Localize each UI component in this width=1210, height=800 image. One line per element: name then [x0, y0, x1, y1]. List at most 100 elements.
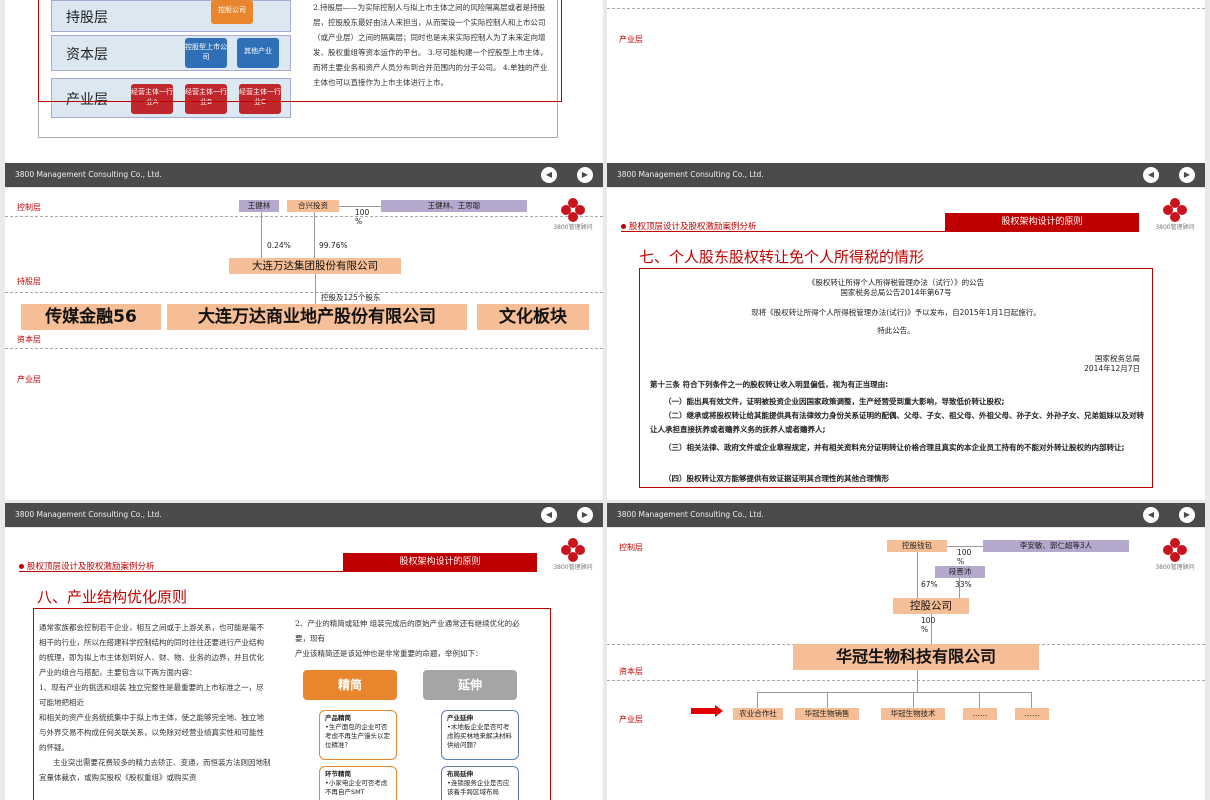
arrow-head-icon: [715, 705, 723, 717]
shareholder-hexing-investment: 合兴投资: [287, 200, 339, 212]
header-rule: [621, 231, 1139, 232]
card-body: •木地板企业是否可考虑购买林地来解决材料供给问题？: [447, 723, 512, 749]
card-body: •生产面包的企业可否考虑不再生产馒头以定位精准？: [325, 723, 390, 749]
connector: [979, 692, 980, 708]
slide-2[interactable]: 产业层: [607, 0, 1205, 163]
footer-company: 3800 Management Consulting Co., Ltd.: [617, 170, 764, 179]
header-banner: 股权架构设计的原则: [945, 213, 1139, 231]
connector: [917, 670, 918, 692]
connector: [827, 692, 828, 708]
prev-slide-button[interactable]: ◀: [1143, 507, 1159, 523]
slide-3[interactable]: 控制层 持股层 资本层 产业层 王健林 合兴投资 王健林、王思聪 100 % 0…: [5, 188, 603, 500]
percent-label: 0.24%: [267, 241, 291, 250]
company-logo: 3800管理顾问: [551, 198, 595, 231]
paragraph: 主业突出需要花费较多的精力去矫正、变通，而恒装方法则因地制宜量体裁衣，或购买股权…: [39, 758, 271, 782]
slide-5[interactable]: 股权顶层设计及股权激励案例分析 股权架构设计的原则 3800管理顾问 八、产业结…: [5, 528, 603, 800]
layer-divider: [5, 216, 603, 217]
left-column: 通常家族都会控制若干企业，相互之间或于上游关系，也可能是毫不相干的行业，所以在搭…: [39, 620, 271, 785]
slide-4[interactable]: 股权顶层设计及股权激励案例分析 股权架构设计的原则 3800管理顾问 七、个人股…: [607, 188, 1205, 500]
company-logo: 3800管理顾问: [551, 538, 595, 571]
shareholder-duan: 段晋沛: [935, 566, 985, 578]
logo-text: 3800管理顾问: [1155, 564, 1195, 571]
group-company: 大连万达集团股份有限公司: [229, 258, 401, 274]
logo-icon: [561, 198, 585, 222]
layer-label-control: 控制层: [17, 203, 41, 212]
article-item-2: （二）继承或将股权转让给其能提供具有法律效力身份关系证明的配偶、父母、子女、祖父…: [650, 411, 1144, 434]
card-product-simplify: 产品精简 •生产面包的企业可否考虑不再生产馒头以定位精准？: [319, 710, 397, 760]
header-rule: [19, 571, 537, 572]
article-item-1: （一）能出具有效文件，证明被投资企业因国家政策调整，生产经营受到重大影响，导致低…: [664, 397, 1005, 406]
footer-bar: 3800 Management Consulting Co., Ltd. ◀ ▶: [5, 163, 603, 187]
slide-title: 七、个人股东股权转让免个人所得税的情形: [639, 248, 925, 266]
slide-title: 八、产业结构优化原则: [37, 588, 188, 606]
logo-text: 3800管理顾问: [1155, 224, 1195, 231]
prev-slide-button[interactable]: ◀: [541, 507, 557, 523]
card-stage-simplify: 环节精简 •小家电企业可否考虑不再自产SMT: [319, 766, 397, 800]
prev-slide-button[interactable]: ◀: [541, 167, 557, 183]
logo-text: 3800管理顾问: [553, 564, 593, 571]
footer-bar: 3800 Management Consulting Co., Ltd. ◀ ▶: [607, 163, 1205, 187]
percent-label: 99.76%: [319, 241, 348, 250]
connector: [917, 552, 918, 598]
next-slide-button[interactable]: ▶: [1179, 507, 1195, 523]
layer-divider: [5, 292, 603, 293]
next-slide-button[interactable]: ▶: [577, 507, 593, 523]
footer-company: 3800 Management Consulting Co., Ltd.: [15, 510, 162, 519]
subsidiary-sales: 华冠生物销售: [795, 708, 859, 720]
bullet-icon: [621, 224, 626, 229]
article-13: 第十三条 符合下列条件之一的股权转让收入明显偏低，视为有正当理由:: [650, 380, 889, 389]
footer-bar: 3800 Management Consulting Co., Ltd. ◀ ▶: [607, 503, 1205, 527]
shareholder-wang-family: 王健林、王思聪: [381, 200, 527, 212]
prev-slide-button[interactable]: ◀: [1143, 167, 1159, 183]
footer-company: 3800 Management Consulting Co., Ltd.: [15, 170, 162, 179]
connector: [315, 274, 316, 304]
connector: [947, 546, 983, 547]
notice-date: 2014年12月7日: [1084, 364, 1140, 373]
card-title: 产品精简: [325, 714, 351, 722]
article-item-3: （三）相关法律、政府文件或企业章程规定，并有相关资料充分证明转让价格合理且真实的…: [664, 443, 1125, 452]
holding-company: 控股公司: [893, 598, 969, 614]
capital-wanda-commercial: 大连万达商业地产股份有限公司: [167, 304, 467, 330]
percent-label: 100 %: [921, 616, 936, 634]
shareholder-group: 李安敏、郭仁超等3人: [983, 540, 1129, 552]
card-industry-extend: 产业延伸 •木地板企业是否可考虑购买林地来解决材料供给问题？: [441, 710, 519, 760]
next-slide-button[interactable]: ▶: [577, 167, 593, 183]
header-banner: 股权架构设计的原则: [343, 553, 537, 571]
paragraph: 通常家族都会控制若干企业，相互之间或于上游关系，也可能是毫不相干的行业，所以在搭…: [39, 623, 264, 677]
notice-number: 国家税务总局公告2014年第67号: [840, 288, 952, 297]
subsidiary-other: ……: [1015, 708, 1049, 720]
layer-divider: [5, 348, 603, 349]
paragraph: 2、产业的精简或延伸 组装完成后的原始产业通常还有继续优化的必要，现有: [295, 619, 520, 643]
logo-icon: [1163, 198, 1187, 222]
subsidiary-tech: 华冠生物技术: [881, 708, 945, 720]
notice-box: 《股权转让所得个人所得税管理办法（试行）》的公告 国家税务总局公告2014年第6…: [639, 268, 1153, 488]
connector: [757, 692, 1031, 693]
arrow-icon: [691, 708, 715, 714]
connector: [339, 206, 381, 207]
huaguan-company: 华冠生物科技有限公司: [793, 644, 1039, 670]
connector: [757, 692, 758, 708]
capital-media-finance: 传媒金融56: [21, 304, 161, 330]
footer-company: 3800 Management Consulting Co., Ltd.: [617, 510, 764, 519]
card-body: •小家电企业可否考虑不再自产SMT: [325, 779, 388, 796]
percent-label: 67%: [921, 580, 938, 589]
highlight-box: [38, 0, 562, 102]
card-layout-extend: 布局延伸 •连锁服务企业是否应该着手跨区域布局: [441, 766, 519, 800]
slide-6[interactable]: 控制层 资本层 产业层 控股钱包 李安敏、郭仁超等3人 100 % 段晋沛 67…: [607, 528, 1205, 800]
card-body: •连锁服务企业是否应该着手跨区域布局: [447, 779, 510, 796]
article-item-4: （四）股权转让双方能够提供有效证据证明其合理性的其他合理情形: [664, 474, 889, 483]
percent-label: 100 %: [957, 548, 972, 566]
card-title: 产业延伸: [447, 714, 473, 722]
shareholder-wang-jianlin: 王健林: [239, 200, 279, 212]
connector: [261, 212, 262, 258]
paragraph: 和相关的资产业务统统集中于拟上市主体，使之能够完全地、独立地与外界交易不构成任何…: [39, 713, 264, 752]
logo-icon: [561, 538, 585, 562]
subsidiary-other: ……: [963, 708, 997, 720]
layer-label-industry: 产业层: [619, 715, 643, 724]
notice-body: 现将《股权转让所得个人所得税管理办法(试行)》予以发布，自2015年1月1日起施…: [751, 308, 1041, 317]
slide-1[interactable]: 持股层 控股公司 资本层 控股型上市公司 其他产业 产业层 经营主体一行业A 经…: [5, 0, 603, 163]
company-logo: 3800管理顾问: [1153, 198, 1197, 231]
next-slide-button[interactable]: ▶: [1179, 167, 1195, 183]
bullet-icon: [19, 564, 24, 569]
layer-label-capital: 资本层: [17, 335, 41, 344]
